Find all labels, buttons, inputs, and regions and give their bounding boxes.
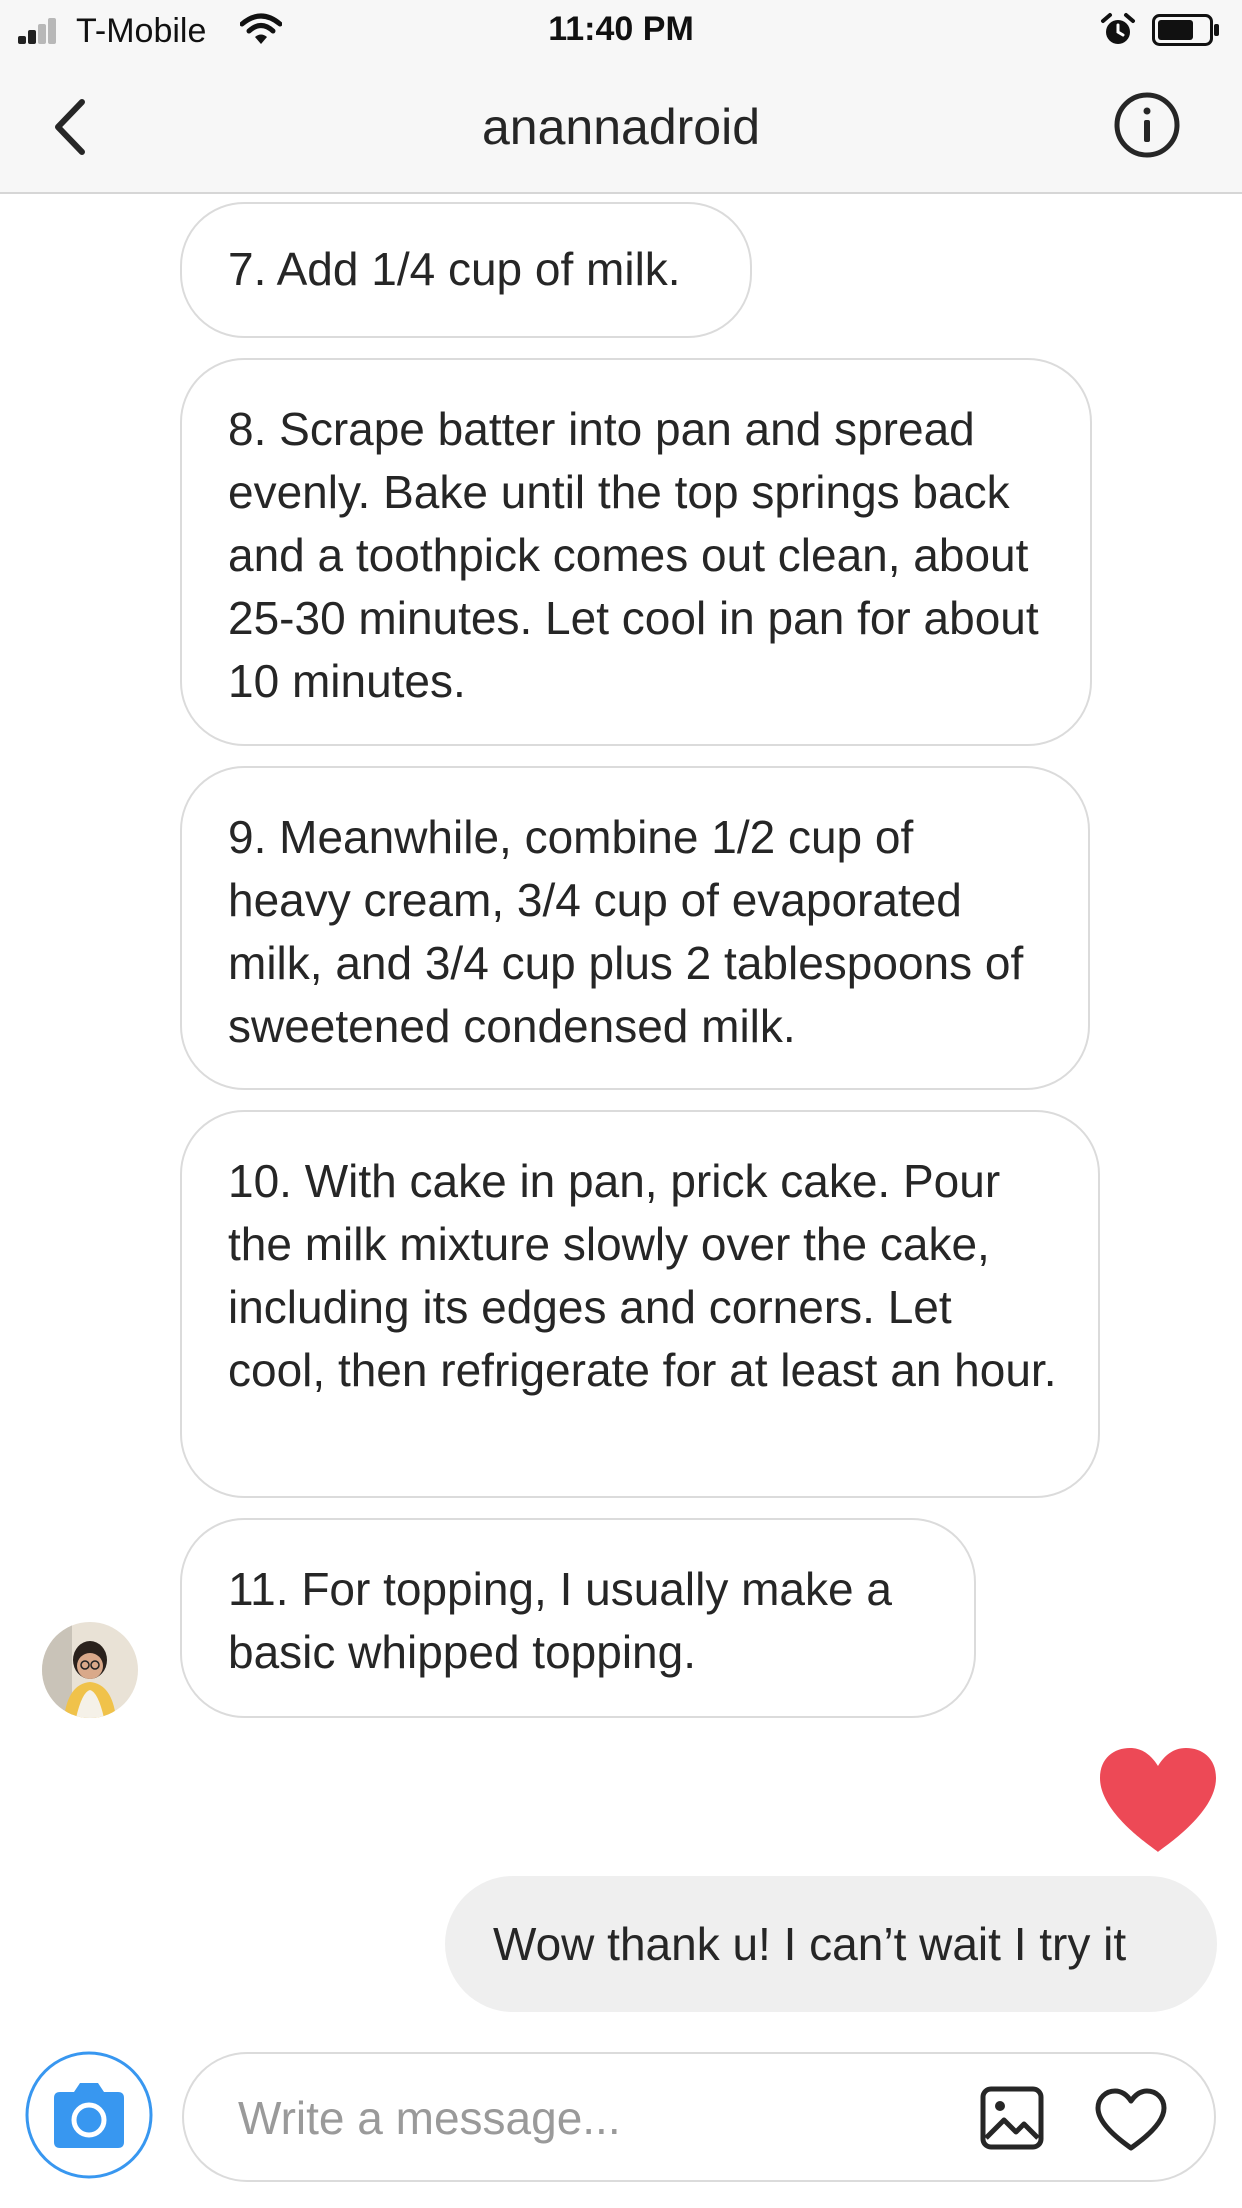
heart-icon: [1100, 1748, 1216, 1852]
message-bubble[interactable]: 8. Scrape batter into pan and spread eve…: [180, 358, 1092, 746]
message-bubble[interactable]: 9. Meanwhile, combine 1/2 cup of heavy c…: [180, 766, 1090, 1090]
message-text: 11. For topping, I usually make a basic …: [228, 1563, 892, 1678]
conversation-title[interactable]: anannadroid: [0, 98, 1242, 156]
message-text: 8. Scrape batter into pan and spread eve…: [228, 403, 1039, 707]
message-bubble[interactable]: 7. Add 1/4 cup of milk.: [180, 202, 752, 338]
conversation-header: anannadroid: [0, 62, 1242, 194]
battery-icon: [1152, 14, 1219, 46]
camera-button[interactable]: [24, 2050, 154, 2180]
sent-message-text: Wow thank u! I can’t wait I try it: [493, 1918, 1127, 1970]
message-bubble[interactable]: 10. With cake in pan, prick cake. Pour t…: [180, 1110, 1100, 1498]
sent-message-bubble[interactable]: Wow thank u! I can’t wait I try it: [445, 1876, 1217, 2012]
alarm-icon: [1101, 13, 1135, 44]
message-text: 9. Meanwhile, combine 1/2 cup of heavy c…: [228, 811, 1024, 1052]
message-text: 10. With cake in pan, prick cake. Pour t…: [228, 1155, 1057, 1396]
avatar[interactable]: [42, 1622, 138, 1718]
message-text: 7. Add 1/4 cup of milk.: [228, 243, 681, 295]
heart-icon[interactable]: [1094, 2088, 1168, 2152]
gallery-icon[interactable]: [980, 2086, 1044, 2150]
message-input[interactable]: [238, 2090, 938, 2146]
message-composer: [182, 2052, 1216, 2182]
status-bar: T-Mobile 11:40 PM: [0, 0, 1242, 62]
info-icon[interactable]: [1112, 90, 1182, 160]
message-bubble[interactable]: 11. For topping, I usually make a basic …: [180, 1518, 976, 1718]
status-time: 11:40 PM: [548, 10, 694, 48]
